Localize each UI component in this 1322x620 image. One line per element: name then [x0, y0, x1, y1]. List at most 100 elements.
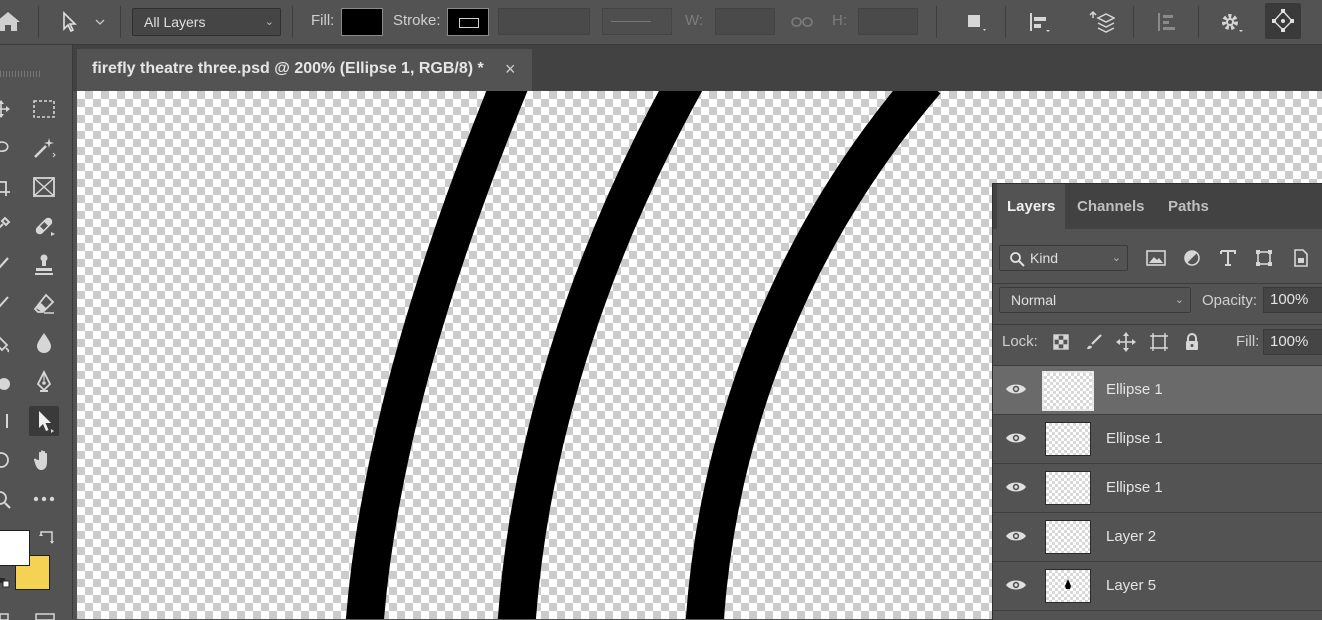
- fill-label: Fill:: [1236, 333, 1260, 350]
- move-tool[interactable]: [0, 94, 16, 124]
- gear-icon[interactable]: [1216, 8, 1246, 36]
- default-colors-icon[interactable]: [0, 578, 10, 590]
- separator: [120, 6, 121, 38]
- magic-wand-tool[interactable]: [29, 133, 59, 163]
- type-tool[interactable]: [0, 406, 16, 436]
- separator: [38, 6, 39, 38]
- dodge-tool[interactable]: [0, 367, 16, 397]
- rectangular-marquee-tool[interactable]: [29, 94, 59, 124]
- path-selection-tool[interactable]: [29, 406, 59, 436]
- visibility-eye-icon[interactable]: [1005, 382, 1027, 396]
- frame-tool[interactable]: [29, 172, 59, 202]
- stroke-swatch[interactable]: [447, 8, 489, 36]
- layer-thumbnail: [1045, 520, 1091, 554]
- layer-name: Ellipse 1: [1106, 479, 1163, 496]
- height-field[interactable]: [858, 8, 918, 35]
- separator: [292, 6, 293, 38]
- home-icon[interactable]: [0, 8, 22, 36]
- blend-mode-dropdown[interactable]: Normal ⌄: [999, 287, 1191, 313]
- layer-row[interactable]: Ellipse 1: [993, 366, 1322, 415]
- document-title: firefly theatre three.psd @ 200% (Ellips…: [92, 60, 484, 77]
- lasso-tool[interactable]: [0, 133, 16, 163]
- lock-artboard-icon[interactable]: [1147, 330, 1171, 354]
- layer-filter-dropdown[interactable]: Kind ⌄: [999, 245, 1128, 271]
- opacity-field[interactable]: 100%: [1263, 287, 1322, 313]
- layer-thumbnail: [1045, 569, 1091, 603]
- fill-swatch[interactable]: [341, 8, 383, 36]
- more-tools-icon[interactable]: [29, 484, 59, 514]
- layer-select-dropdown[interactable]: All Layers ⌄: [132, 8, 281, 36]
- swap-colors-icon[interactable]: [38, 529, 56, 547]
- layers-panel: Layers Channels Paths Kind ⌄ Normal ⌄ Op…: [992, 183, 1322, 620]
- link-icon[interactable]: [788, 10, 816, 34]
- lock-position-icon[interactable]: [1114, 330, 1138, 354]
- pen-tool[interactable]: [29, 367, 59, 397]
- zoom-tool[interactable]: [0, 484, 16, 514]
- visibility-eye-icon[interactable]: [1005, 431, 1027, 445]
- separator: [993, 324, 1322, 325]
- filter-shape-icon[interactable]: [1251, 247, 1277, 269]
- search-icon: [1009, 251, 1025, 267]
- options-bar: All Layers ⌄ Fill: Stroke: W: H:: [0, 0, 1322, 45]
- lock-all-icon[interactable]: [1180, 330, 1204, 354]
- crop-tool[interactable]: [0, 172, 16, 202]
- layer-thumbnail: [1045, 422, 1091, 456]
- layer-row[interactable]: Ellipse 1: [993, 464, 1322, 513]
- layer-thumbnail: [1042, 371, 1094, 411]
- stroke-label: Stroke:: [393, 12, 441, 29]
- close-icon[interactable]: ×: [505, 59, 516, 80]
- path-arrangement-icon[interactable]: [1087, 8, 1117, 36]
- filter-type-icon[interactable]: [1215, 247, 1241, 269]
- foreground-color-swatch[interactable]: [0, 530, 30, 566]
- layer-select-value: All Layers: [144, 14, 206, 30]
- filter-pixel-icon[interactable]: [1143, 247, 1169, 269]
- path-alignment-icon[interactable]: [1024, 8, 1054, 36]
- eraser-tool[interactable]: [29, 289, 59, 319]
- separator: [1198, 6, 1199, 38]
- filter-adjustment-icon[interactable]: [1179, 247, 1205, 269]
- tab-paths[interactable]: Paths: [1158, 184, 1219, 229]
- spot-healing-brush-tool[interactable]: [29, 211, 59, 241]
- blur-tool[interactable]: [29, 328, 59, 358]
- constrain-path-dragging-icon[interactable]: [1265, 3, 1301, 39]
- tab-layers[interactable]: Layers: [997, 184, 1066, 229]
- lock-image-pixels-icon[interactable]: [1082, 330, 1106, 354]
- layer-row[interactable]: Ellipse 1: [993, 415, 1322, 464]
- stroke-type-dropdown[interactable]: [602, 8, 672, 35]
- width-field[interactable]: [715, 8, 775, 35]
- filter-smart-object-icon[interactable]: [1288, 247, 1314, 269]
- layer-thumbnail: [1045, 471, 1091, 505]
- separator: [936, 6, 937, 38]
- brush-tool[interactable]: [0, 250, 16, 280]
- layer-name: Ellipse 1: [1106, 381, 1163, 398]
- ellipse-shape-tool[interactable]: [0, 445, 16, 475]
- hand-tool[interactable]: [29, 445, 59, 475]
- visibility-eye-icon[interactable]: [1005, 578, 1027, 592]
- gradient-tool[interactable]: [0, 328, 16, 358]
- clone-stamp-tool[interactable]: [29, 250, 59, 280]
- blend-mode-value: Normal: [1011, 292, 1057, 308]
- layer-row[interactable]: Layer 5: [993, 562, 1322, 611]
- fill-field[interactable]: 100%: [1263, 329, 1322, 355]
- path-select-arrow-icon[interactable]: [56, 8, 82, 36]
- chevron-down-icon: ⌄: [1111, 252, 1121, 264]
- layer-name: Layer 2: [1106, 528, 1157, 545]
- history-brush-tool[interactable]: [0, 289, 16, 319]
- path-operations-icon[interactable]: [960, 8, 990, 36]
- layer-row[interactable]: Layer 2: [993, 513, 1322, 562]
- panel-grip[interactable]: [0, 71, 40, 77]
- ellipse-arc-right: [685, 91, 941, 619]
- chevron-down-icon[interactable]: [92, 12, 108, 32]
- lock-label: Lock:: [1002, 333, 1038, 350]
- document-tab[interactable]: firefly theatre three.psd @ 200% (Ellips…: [77, 49, 532, 91]
- ellipse-arc-middle: [497, 91, 703, 619]
- lock-transparent-pixels-icon[interactable]: [1049, 330, 1073, 354]
- eyedropper-tool[interactable]: [0, 211, 16, 241]
- stroke-width-field[interactable]: [498, 8, 590, 35]
- ellipse-arc-left: [345, 91, 528, 619]
- chevron-down-icon: ⌄: [1174, 294, 1184, 306]
- visibility-eye-icon[interactable]: [1005, 480, 1027, 494]
- panel-tabs: Layers Channels Paths: [993, 184, 1322, 229]
- visibility-eye-icon[interactable]: [1005, 529, 1027, 543]
- tab-channels[interactable]: Channels: [1067, 184, 1155, 229]
